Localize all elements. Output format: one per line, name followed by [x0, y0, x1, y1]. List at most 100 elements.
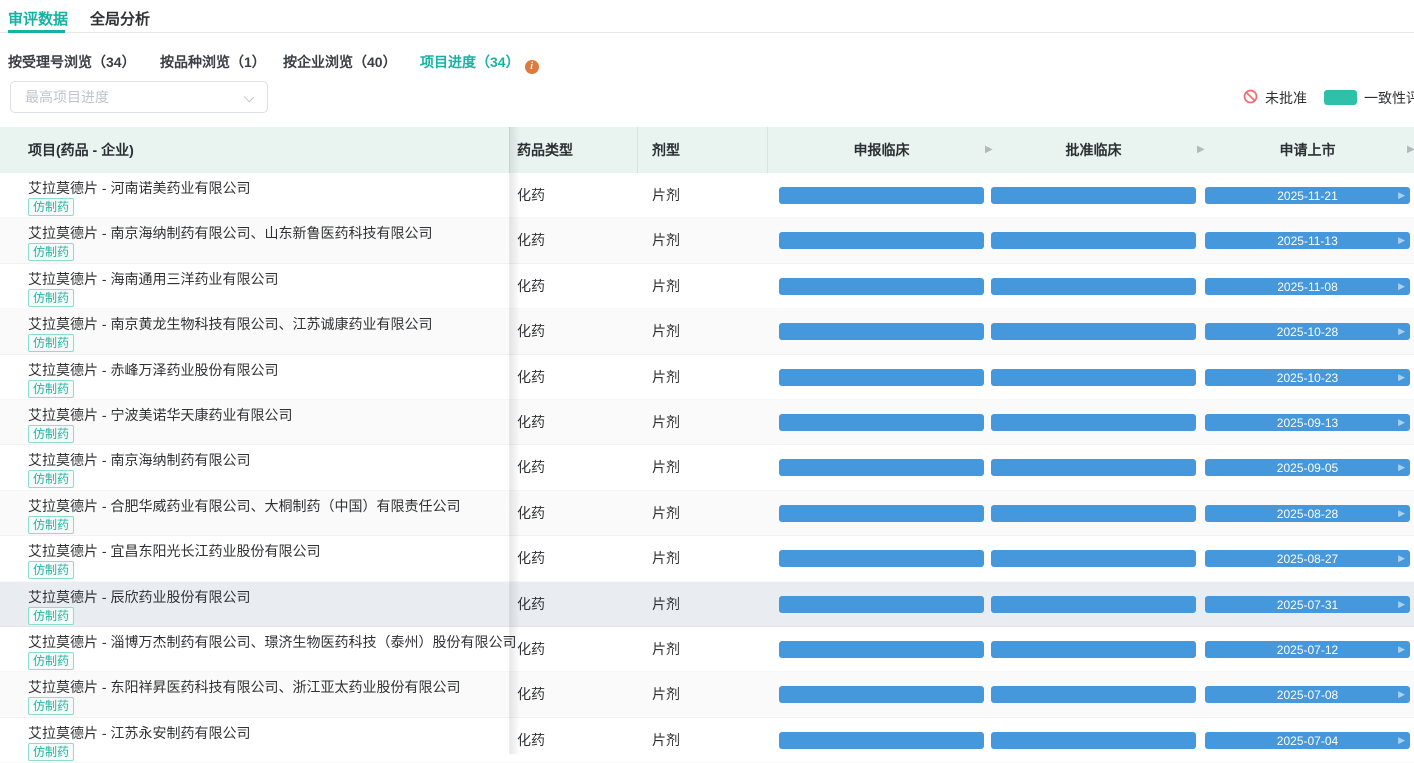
progress-bar-market-apply[interactable]: 2025-07-31 ▶ — [1205, 596, 1410, 613]
progress-bar-market-apply[interactable]: 2025-08-28 ▶ — [1205, 505, 1410, 522]
project-name[interactable]: 艾拉莫德片 - 宁波美诺华天康药业有限公司 — [28, 405, 292, 425]
tab-review-data[interactable]: 审评数据 — [8, 8, 68, 29]
drug-type-cell: 化药 — [517, 718, 545, 763]
market-apply-date: 2025-09-05 — [1277, 460, 1338, 477]
header-stage-clinical-approved: 批准临床 — [991, 127, 1196, 173]
table-row[interactable]: 艾拉莫德片 - 江苏永安制药有限公司 仿制药 化药 片剂 2025-07-04 … — [0, 718, 1414, 763]
project-name[interactable]: 艾拉莫德片 - 合肥华威药业有限公司、大桐制药（中国）有限责任公司 — [28, 496, 460, 516]
progress-bar-clinical-apply[interactable] — [779, 686, 984, 703]
info-icon[interactable]: i — [525, 60, 539, 74]
progress-bar-clinical-approved[interactable] — [991, 596, 1196, 613]
tab-project-progress[interactable]: 项目进度（34）i — [420, 52, 539, 74]
progress-bar-clinical-apply[interactable] — [779, 505, 984, 522]
table-row[interactable]: 艾拉莫德片 - 南京海纳制药有限公司 仿制药 化药 片剂 2025-09-05 … — [0, 445, 1414, 490]
progress-bar-market-apply[interactable]: 2025-10-28 ▶ — [1205, 323, 1410, 340]
table-row[interactable]: 艾拉莫德片 - 宁波美诺华天康药业有限公司 仿制药 化药 片剂 2025-09-… — [0, 400, 1414, 445]
progress-bar-market-apply[interactable]: 2025-11-13 ▶ — [1205, 232, 1410, 249]
progress-bar-market-apply[interactable]: 2025-07-04 ▶ — [1205, 732, 1410, 749]
progress-bar-market-apply[interactable]: 2025-09-05 ▶ — [1205, 459, 1410, 476]
market-apply-date: 2025-11-21 — [1277, 188, 1338, 205]
play-icon: ▶ — [1398, 369, 1405, 386]
header-divider — [637, 127, 638, 173]
project-name[interactable]: 艾拉莫德片 - 辰欣药业股份有限公司 — [28, 587, 250, 607]
project-name[interactable]: 艾拉莫德片 - 宜昌东阳光长江药业股份有限公司 — [28, 541, 320, 561]
progress-bar-clinical-approved[interactable] — [991, 641, 1196, 658]
header-drug-type: 药品类型 — [517, 127, 573, 173]
project-name[interactable]: 艾拉莫德片 - 南京海纳制药有限公司 — [28, 450, 250, 470]
play-icon: ▶ — [1398, 596, 1405, 613]
tab-global-analysis[interactable]: 全局分析 — [90, 8, 150, 29]
progress-bar-clinical-apply[interactable] — [779, 187, 984, 204]
progress-bar-clinical-approved[interactable] — [991, 187, 1196, 204]
play-icon: ▶ — [1398, 459, 1405, 476]
progress-bar-market-apply[interactable]: 2025-07-08 ▶ — [1205, 686, 1410, 703]
play-icon: ▶ — [1398, 732, 1405, 749]
table-row[interactable]: 艾拉莫德片 - 海南通用三洋药业有限公司 仿制药 化药 片剂 2025-11-0… — [0, 264, 1414, 309]
project-name[interactable]: 艾拉莫德片 - 淄博万杰制药有限公司、璟济生物医药科技（泰州）股份有限公司 — [28, 632, 516, 652]
table-row[interactable]: 艾拉莫德片 - 辰欣药业股份有限公司 仿制药 化药 片剂 2025-07-31 … — [0, 582, 1414, 627]
header-divider — [509, 127, 510, 173]
progress-bar-market-apply[interactable]: 2025-11-21 ▶ — [1205, 187, 1410, 204]
table-row[interactable]: 艾拉莫德片 - 南京黄龙生物科技有限公司、江苏诚康药业有限公司 仿制药 化药 片… — [0, 309, 1414, 354]
progress-bar-clinical-apply[interactable] — [779, 732, 984, 749]
progress-bar-clinical-approved[interactable] — [991, 732, 1196, 749]
project-name[interactable]: 艾拉莫德片 - 南京黄龙生物科技有限公司、江苏诚康药业有限公司 — [28, 314, 432, 334]
project-name[interactable]: 艾拉莫德片 - 南京海纳制药有限公司、山东新鲁医药科技有限公司 — [28, 223, 432, 243]
project-name[interactable]: 艾拉莫德片 - 海南通用三洋药业有限公司 — [28, 269, 278, 289]
progress-bar-clinical-apply[interactable] — [779, 414, 984, 431]
progress-bar-clinical-apply[interactable] — [779, 369, 984, 386]
tab-browse-by-acceptance-no[interactable]: 按受理号浏览（34） — [8, 52, 136, 72]
drug-type-cell: 化药 — [517, 536, 545, 581]
table-body: 艾拉莫德片 - 河南诺美药业有限公司 仿制药 化药 片剂 2025-11-21 … — [0, 173, 1414, 763]
progress-bar-clinical-approved[interactable] — [991, 232, 1196, 249]
progress-bar-clinical-approved[interactable] — [991, 278, 1196, 295]
generic-drug-tag: 仿制药 — [28, 516, 74, 534]
active-tab-underline — [8, 30, 65, 33]
table-row[interactable]: 艾拉莫德片 - 宜昌东阳光长江药业股份有限公司 仿制药 化药 片剂 2025-0… — [0, 536, 1414, 581]
progress-bar-clinical-approved[interactable] — [991, 686, 1196, 703]
max-progress-select[interactable]: 最高项目进度 — [10, 81, 268, 113]
progress-bar-clinical-apply[interactable] — [779, 232, 984, 249]
table-row[interactable]: 艾拉莫德片 - 东阳祥昇医药科技有限公司、浙江亚太药业股份有限公司 仿制药 化药… — [0, 672, 1414, 717]
tab-browse-by-variety[interactable]: 按品种浏览（1） — [160, 52, 266, 72]
table-row[interactable]: 艾拉莫德片 - 合肥华威药业有限公司、大桐制药（中国）有限责任公司 仿制药 化药… — [0, 491, 1414, 536]
generic-drug-tag: 仿制药 — [28, 652, 74, 670]
progress-bar-market-apply[interactable]: 2025-07-12 ▶ — [1205, 641, 1410, 658]
progress-bar-clinical-apply[interactable] — [779, 459, 984, 476]
table-row[interactable]: 艾拉莫德片 - 南京海纳制药有限公司、山东新鲁医药科技有限公司 仿制药 化药 片… — [0, 218, 1414, 263]
legend-consistency-label: 一致性评价 — [1364, 88, 1414, 108]
progress-bar-clinical-approved[interactable] — [991, 323, 1196, 340]
progress-bar-market-apply[interactable]: 2025-09-13 ▶ — [1205, 414, 1410, 431]
play-icon: ▶ — [1398, 641, 1405, 658]
progress-bar-clinical-apply[interactable] — [779, 596, 984, 613]
progress-bar-clinical-approved[interactable] — [991, 369, 1196, 386]
project-name[interactable]: 艾拉莫德片 - 赤峰万泽药业股份有限公司 — [28, 360, 278, 380]
header-divider — [767, 127, 768, 173]
tab-browse-by-company[interactable]: 按企业浏览（40） — [283, 52, 397, 72]
generic-drug-tag: 仿制药 — [28, 289, 74, 307]
progress-bar-clinical-approved[interactable] — [991, 505, 1196, 522]
play-icon: ▶ — [1398, 187, 1405, 204]
table-row[interactable]: 艾拉莫德片 - 河南诺美药业有限公司 仿制药 化药 片剂 2025-11-21 … — [0, 173, 1414, 218]
project-name[interactable]: 艾拉莫德片 - 东阳祥昇医药科技有限公司、浙江亚太药业股份有限公司 — [28, 677, 460, 697]
progress-bar-clinical-approved[interactable] — [991, 414, 1196, 431]
progress-bar-clinical-apply[interactable] — [779, 550, 984, 567]
progress-bar-clinical-approved[interactable] — [991, 550, 1196, 567]
stage-arrow-icon: ▶ — [1197, 127, 1205, 173]
progress-bar-market-apply[interactable]: 2025-08-27 ▶ — [1205, 550, 1410, 567]
dosage-form-cell: 片剂 — [652, 672, 680, 717]
progress-bar-market-apply[interactable]: 2025-10-23 ▶ — [1205, 369, 1410, 386]
progress-bar-clinical-apply[interactable] — [779, 641, 984, 658]
progress-bar-clinical-apply[interactable] — [779, 323, 984, 340]
project-name[interactable]: 艾拉莫德片 - 河南诺美药业有限公司 — [28, 178, 250, 198]
drug-type-cell: 化药 — [517, 491, 545, 536]
progress-bar-clinical-apply[interactable] — [779, 278, 984, 295]
progress-bar-market-apply[interactable]: 2025-11-08 ▶ — [1205, 278, 1410, 295]
dosage-form-cell: 片剂 — [652, 173, 680, 218]
drug-type-cell: 化药 — [517, 355, 545, 400]
progress-bar-clinical-approved[interactable] — [991, 459, 1196, 476]
table-row[interactable]: 艾拉莫德片 - 淄博万杰制药有限公司、璟济生物医药科技（泰州）股份有限公司 仿制… — [0, 627, 1414, 672]
table-row[interactable]: 艾拉莫德片 - 赤峰万泽药业股份有限公司 仿制药 化药 片剂 2025-10-2… — [0, 355, 1414, 400]
project-name[interactable]: 艾拉莫德片 - 江苏永安制药有限公司 — [28, 723, 250, 743]
prohibited-icon — [1243, 89, 1258, 104]
